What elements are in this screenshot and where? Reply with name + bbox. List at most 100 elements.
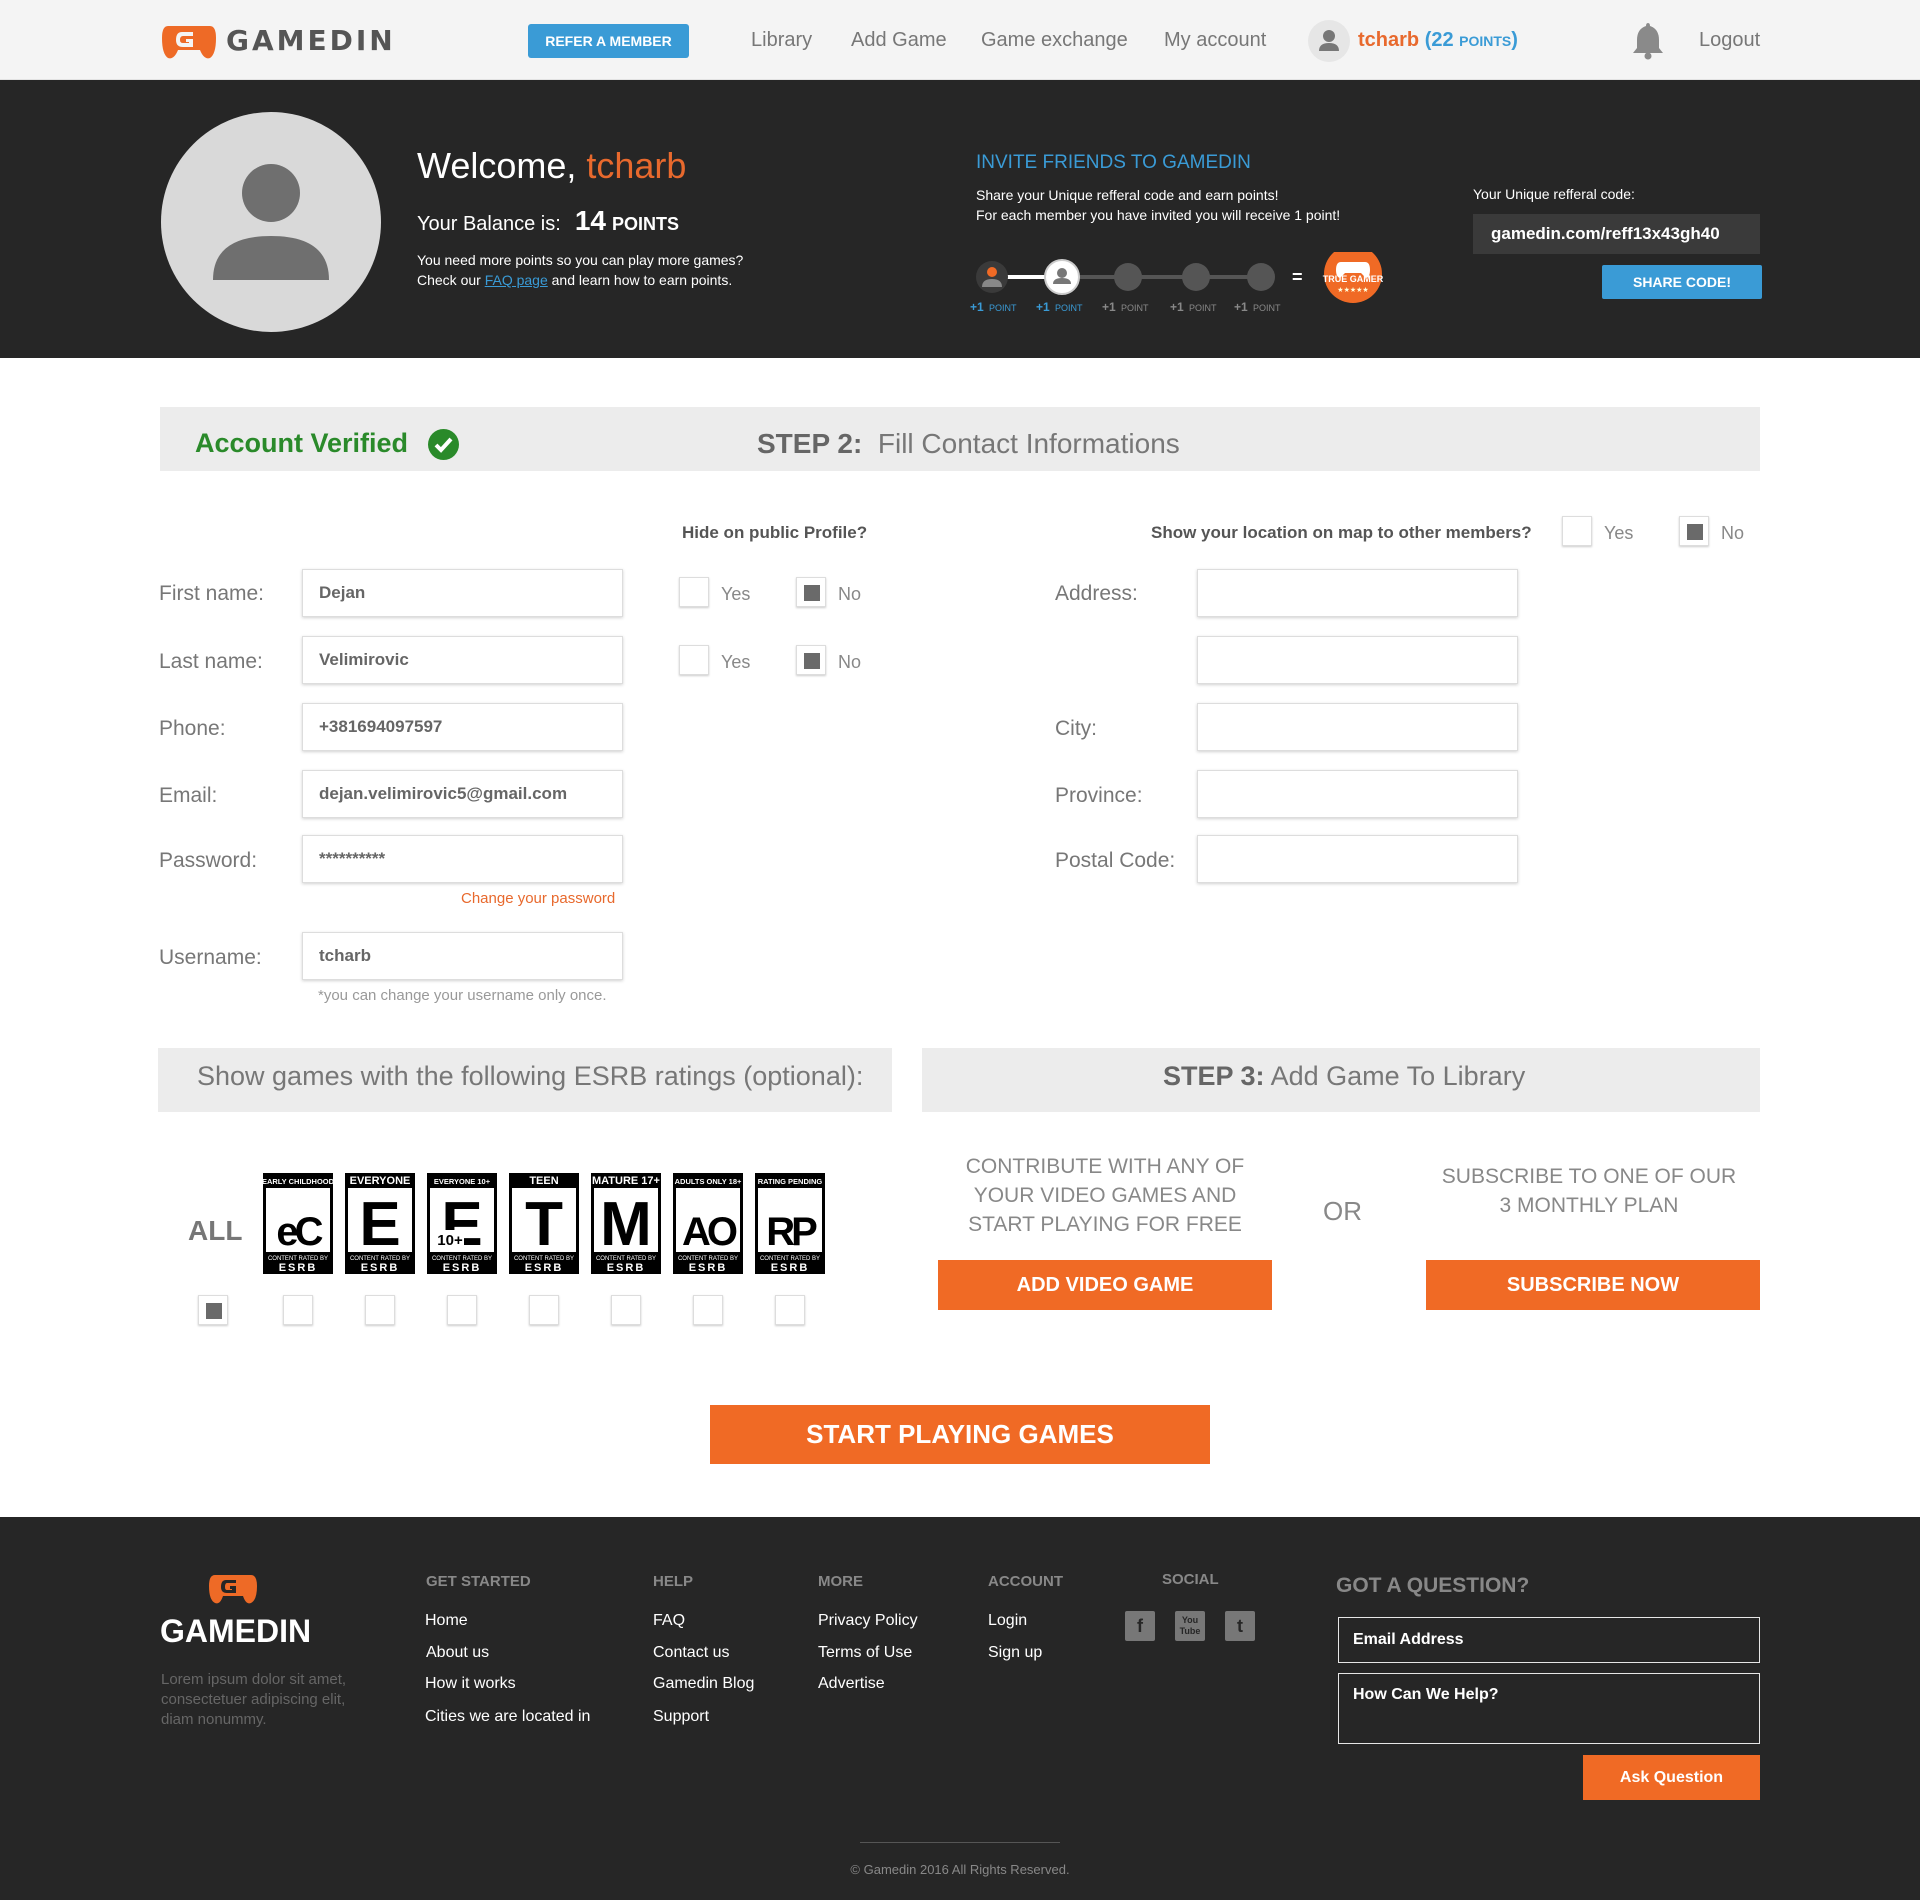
hide-last-name-yes-checkbox[interactable] [679, 645, 709, 675]
referral-code-field[interactable]: gamedin.com/reff13x43gh40 [1473, 214, 1760, 254]
refer-member-button[interactable]: REFER A MEMBER [528, 24, 689, 58]
esrb-e-icon[interactable]: EVERYONEECONTENT RATED BYESRB [344, 1172, 416, 1275]
first-name-input[interactable]: Dejan [302, 569, 623, 617]
user-menu[interactable]: tcharb (22 POINTS) [1358, 29, 1518, 52]
hide-first-name-no-checkbox[interactable] [796, 577, 826, 607]
question-heading: GOT A QUESTION? [1336, 1574, 1530, 1597]
username-input[interactable]: tcharb [302, 932, 623, 980]
first-name-label: First name: [159, 582, 265, 605]
location-no-label: No [1721, 523, 1745, 543]
ask-question-button[interactable]: Ask Question [1583, 1755, 1760, 1800]
nav-game-exchange[interactable]: Game exchange [981, 29, 1128, 52]
footer-link-faq[interactable]: FAQ [653, 1612, 685, 1630]
brand-logo[interactable]: GAMEDIN [160, 20, 396, 60]
footer-link-support[interactable]: Support [653, 1708, 709, 1726]
start-playing-button[interactable]: START PLAYING GAMES [710, 1405, 1210, 1464]
esrb-t-icon[interactable]: TEENTCONTENT RATED BYESRB [508, 1172, 580, 1275]
facebook-icon[interactable]: f [1125, 1611, 1155, 1641]
youtube-icon[interactable]: You Tube [1175, 1611, 1205, 1641]
svg-text:TRUE GAMER: TRUE GAMER [1323, 274, 1384, 284]
email-input[interactable]: dejan.velimirovic5@gmail.com [302, 770, 623, 818]
password-input[interactable]: ********** [302, 835, 623, 883]
svg-text:eC: eC [276, 1210, 322, 1254]
hide-first-name-yes-checkbox[interactable] [679, 577, 709, 607]
province-input[interactable] [1197, 770, 1518, 818]
phone-input[interactable]: +381694097597 [302, 703, 623, 751]
svg-text:TEEN: TEEN [529, 1175, 558, 1187]
esrb-e10-icon[interactable]: EVERYONE 10+E10+CONTENT RATED BYESRB [426, 1172, 498, 1275]
nav-my-account[interactable]: My account [1164, 29, 1266, 52]
esrb-m-icon[interactable]: MATURE 17+MCONTENT RATED BYESRB [590, 1172, 662, 1275]
city-input[interactable] [1197, 703, 1518, 751]
footer-link-contact-us[interactable]: Contact us [653, 1644, 729, 1662]
nav-add-game[interactable]: Add Game [851, 29, 947, 52]
esrb-ao-checkbox[interactable] [693, 1295, 723, 1325]
footer-link-terms[interactable]: Terms of Use [818, 1644, 912, 1662]
question-message-input[interactable]: How Can We Help? [1338, 1673, 1760, 1744]
hide-profile-question: Hide on public Profile? [682, 523, 868, 542]
subscribe-now-button[interactable]: SUBSCRIBE NOW [1426, 1260, 1760, 1310]
change-password-link[interactable]: Change your password [461, 890, 615, 907]
add-video-game-button[interactable]: ADD VIDEO GAME [938, 1260, 1272, 1310]
esrb-ao-icon[interactable]: ADULTS ONLY 18+AOCONTENT RATED BYESRB [672, 1172, 744, 1275]
esrb-all-checkbox[interactable] [198, 1295, 228, 1325]
location-yes-checkbox[interactable] [1562, 516, 1592, 546]
footer-link-advertise[interactable]: Advertise [818, 1675, 885, 1693]
address-input-1[interactable] [1197, 569, 1518, 617]
svg-text:RP: RP [766, 1210, 817, 1254]
profile-avatar[interactable] [161, 112, 381, 332]
esrb-ec-icon[interactable]: EARLY CHILDHOODeCCONTENT RATED BYESRB [262, 1172, 334, 1275]
svg-text:POINT: POINT [1189, 303, 1217, 313]
invite-step-4 [1182, 263, 1210, 291]
svg-text:ESRB: ESRB [443, 1262, 482, 1274]
faq-link[interactable]: FAQ page [485, 272, 548, 288]
invite-progress: +1 POINT +1 POINT +1 POINT +1 POINT +1 POINT … [970, 252, 1384, 314]
footer-link-blog[interactable]: Gamedin Blog [653, 1675, 754, 1693]
invite-step-5 [1247, 263, 1275, 291]
postal-code-input[interactable] [1197, 835, 1518, 883]
city-label: City: [1055, 717, 1097, 740]
user-avatar-icon[interactable] [1308, 20, 1350, 62]
esrb-e-checkbox[interactable] [365, 1295, 395, 1325]
user-points: (22 POINTS) [1424, 29, 1518, 51]
esrb-t-checkbox[interactable] [529, 1295, 559, 1325]
twitter-icon[interactable]: t [1225, 1611, 1255, 1641]
address-input-2[interactable] [1197, 636, 1518, 684]
footer-heading-social: SOCIAL [1162, 1571, 1219, 1588]
esrb-ec-checkbox[interactable] [283, 1295, 313, 1325]
last-name-label: Last name: [159, 650, 263, 673]
esrb-rp-icon[interactable]: RATING PENDINGRPCONTENT RATED BYESRB [754, 1172, 826, 1275]
notification-bell-icon[interactable] [1630, 20, 1666, 60]
footer-link-how-it-works[interactable]: How it works [425, 1675, 516, 1693]
footer-link-signup[interactable]: Sign up [988, 1644, 1042, 1662]
esrb-e10-checkbox[interactable] [447, 1295, 477, 1325]
hide-last-name-no-checkbox[interactable] [796, 645, 826, 675]
subscribe-text: SUBSCRIBE TO ONE OF OUR 3 MONTHLY PLAN [1441, 1165, 1737, 1217]
question-email-input[interactable]: Email Address [1338, 1617, 1760, 1663]
invite-step-3 [1114, 263, 1142, 291]
svg-text:EVERYONE 10+: EVERYONE 10+ [434, 1177, 491, 1186]
esrb-rp-checkbox[interactable] [775, 1295, 805, 1325]
footer-link-about-us[interactable]: About us [426, 1644, 489, 1662]
footer-link-privacy[interactable]: Privacy Policy [818, 1612, 918, 1630]
svg-text:AO: AO [682, 1210, 737, 1254]
email-label: Email: [159, 784, 218, 807]
svg-text:ESRB: ESRB [607, 1262, 646, 1274]
nav-library[interactable]: Library [751, 29, 812, 52]
step-label-5: +1 [1234, 300, 1248, 314]
footer-link-cities[interactable]: Cities we are located in [425, 1708, 590, 1726]
svg-text:POINT: POINT [1121, 303, 1149, 313]
footer-logo[interactable]: GAMEDIN [160, 1570, 320, 1650]
gamepad-logo-icon [162, 26, 216, 59]
location-no-checkbox[interactable] [1679, 516, 1709, 546]
esrb-m-checkbox[interactable] [611, 1295, 641, 1325]
hide-first-name-no-label: No [838, 584, 862, 604]
footer-link-login[interactable]: Login [988, 1612, 1027, 1630]
footer-heading-account: ACCOUNT [988, 1573, 1063, 1590]
logout-link[interactable]: Logout [1699, 29, 1760, 52]
step-label-2: +1 [1036, 300, 1050, 314]
last-name-input[interactable]: Velimirovic [302, 636, 623, 684]
share-code-button[interactable]: SHARE CODE! [1602, 265, 1762, 299]
footer-link-home[interactable]: Home [425, 1612, 468, 1630]
invite-description: Share your Unique refferal code and earn… [976, 187, 1341, 223]
